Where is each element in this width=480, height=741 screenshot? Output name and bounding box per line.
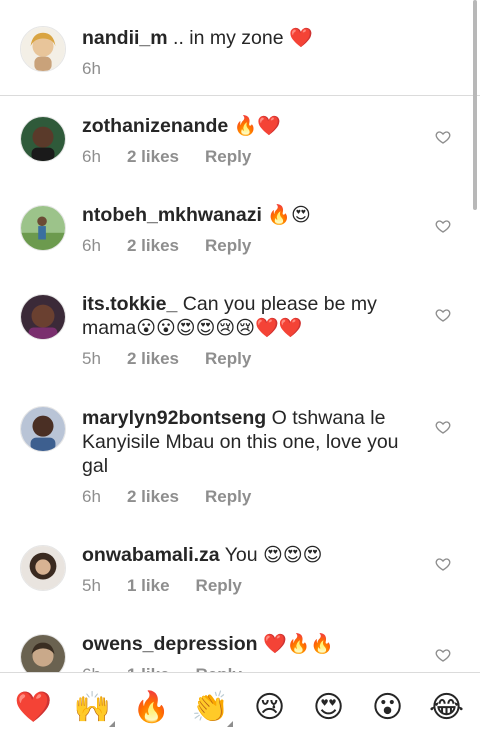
avatar-image [21,206,65,250]
emoji-clapping-hands[interactable]: 👏 [187,683,235,731]
like-comment-button[interactable] [433,645,453,665]
reply-button[interactable]: Reply [205,146,251,168]
comment-text: marylyn92bontseng O tshwana le Kanyisile… [82,406,422,478]
emoji-heart-eyes[interactable]: 😍 [305,683,353,731]
heart-outline-icon [435,131,451,144]
avatar[interactable] [20,26,66,72]
reply-button[interactable]: Reply [205,348,251,370]
comment-text: owens_depression ❤️🔥🔥 [82,632,422,656]
like-comment-button[interactable] [433,216,453,236]
comment-likes[interactable]: 2 likes [127,348,179,370]
like-comment-button[interactable] [433,127,453,147]
comment-time: 6h [82,487,101,506]
comment-emoji: 😮😮😍😍😢😢❤️❤️ [136,317,303,339]
comment-likes[interactable]: 2 likes [127,146,179,168]
comment-meta: 6h 2 likes Reply [82,235,422,257]
avatar-image [21,117,65,161]
reply-button[interactable]: Reply [205,235,251,257]
heart-outline-icon [435,558,451,571]
comment-username[interactable]: onwabamali.za [82,544,220,566]
comment-meta: 6h 2 likes Reply [82,146,422,168]
caption-body: .. in my zone [167,27,289,49]
caption-time: 6h [82,59,101,78]
comment-emoji: 🔥❤️ [233,115,282,137]
comment-text: zothanizenande 🔥❤️ [82,114,422,138]
caption-emoji: ❤️ [289,27,313,49]
comment-username[interactable]: marylyn92bontseng [82,407,266,429]
heart-outline-icon [435,649,451,662]
post-caption: nandii_m .. in my zone ❤️ 6h [0,0,480,96]
scrollbar[interactable] [473,0,477,210]
comment-meta: 6h 2 likes Reply [82,486,422,508]
heart-outline-icon [435,421,451,434]
emoji-fire[interactable]: 🔥 [128,683,176,731]
like-comment-button[interactable] [433,554,453,574]
comment-emoji: 😍😍😍 [263,544,323,566]
avatar-image [21,295,65,339]
avatar-image [21,27,65,71]
avatar[interactable] [20,205,66,251]
comment-meta: 5h 1 like Reply [82,575,422,597]
emoji-crying-face[interactable]: 😢 [246,683,294,731]
comment-username[interactable]: owens_depression [82,633,258,655]
avatar[interactable] [20,294,66,340]
comment-time: 5h [82,576,101,595]
comment-text: its.tokkie_ Can you please be my mama😮😮😍… [82,292,422,340]
reply-button[interactable]: Reply [205,486,251,508]
comment-username[interactable]: zothanizenande [82,115,228,137]
comment-username[interactable]: ntobeh_mkhwanazi [82,204,262,226]
comment-likes[interactable]: 2 likes [127,486,179,508]
emoji-surprised-face[interactable]: 😮 [364,683,412,731]
avatar[interactable] [20,545,66,591]
comment-emoji: ❤️🔥🔥 [262,633,334,655]
avatar-image [21,407,65,451]
reply-button[interactable]: Reply [196,575,242,597]
comment-text: onwabamali.za You 😍😍😍 [82,543,422,567]
comment-time: 6h [82,236,101,255]
comment-time: 5h [82,349,101,368]
avatar-image [21,546,65,590]
comment-text: ntobeh_mkhwanazi 🔥😍 [82,203,422,227]
comment-likes[interactable]: 1 like [127,575,170,597]
quick-emoji-bar: ❤️ 🙌 🔥 👏 😢 😍 😮 😂 [0,672,480,741]
heart-outline-icon [435,220,451,233]
comment-body: You [219,544,264,566]
caption-username[interactable]: nandii_m [82,27,168,49]
comment-time: 6h [82,147,101,166]
comment-likes[interactable]: 2 likes [127,235,179,257]
caption-meta: 6h [82,58,422,80]
caption-text: nandii_m .. in my zone ❤️ [82,26,422,50]
comment-username[interactable]: its.tokkie_ [82,293,177,315]
like-comment-button[interactable] [433,305,453,325]
avatar[interactable] [20,406,66,452]
emoji-raising-hands[interactable]: 🙌 [69,683,117,731]
emoji-red-heart[interactable]: ❤️ [10,683,58,731]
emoji-tears-of-joy[interactable]: 😂 [423,683,471,731]
like-comment-button[interactable] [433,417,453,437]
heart-outline-icon [435,309,451,322]
comment-emoji: 🔥😍 [267,204,311,226]
comment-meta: 5h 2 likes Reply [82,348,422,370]
avatar[interactable] [20,116,66,162]
